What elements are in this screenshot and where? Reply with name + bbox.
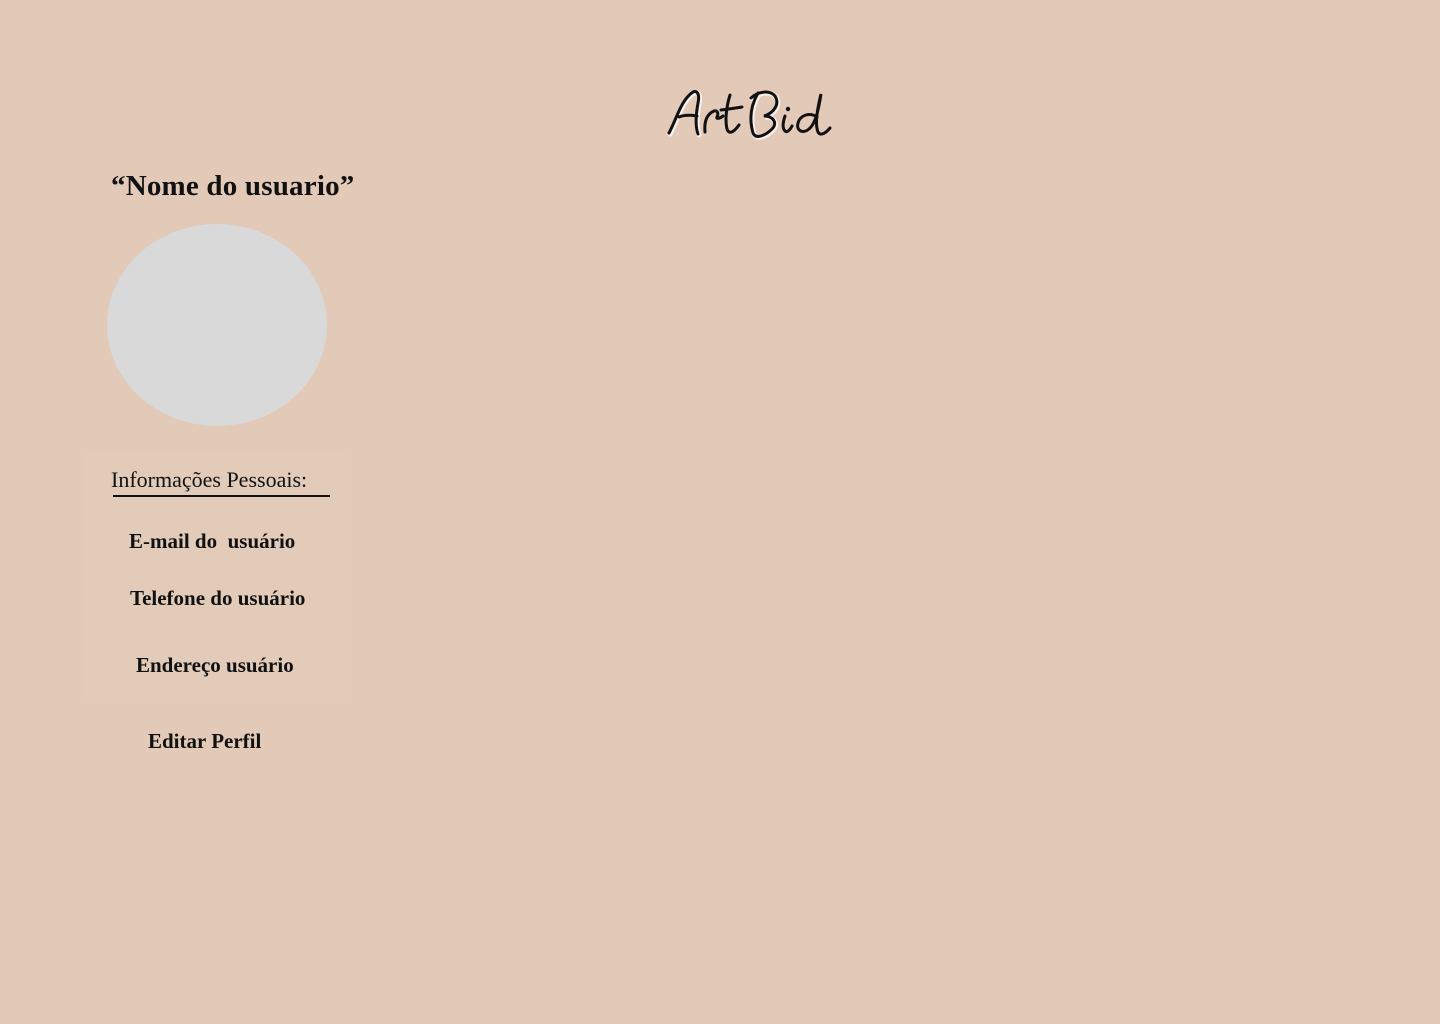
logo-i	[781, 114, 794, 134]
user-email: E-mail do usuário	[129, 529, 296, 553]
logo-mark	[667, 90, 832, 140]
personal-info-heading: Informações Pessoais:	[111, 467, 308, 492]
logo-d	[796, 93, 832, 136]
profile-page: “Nome do usuario” Informações Pessoais: …	[0, 0, 1440, 1024]
edit-profile-button[interactable]: Editar Perfil	[148, 729, 261, 754]
user-name: “Nome do usuario”	[111, 170, 355, 202]
logo-r	[703, 109, 725, 134]
avatar-placeholder-icon	[107, 224, 327, 426]
user-address: Endereço usuário	[136, 653, 294, 677]
logo-t	[719, 93, 744, 134]
artbid-logo[interactable]	[664, 86, 834, 150]
heading-underline	[113, 495, 330, 497]
user-phone: Telefone do usuário	[130, 586, 306, 610]
logo-i-dot	[785, 106, 791, 112]
